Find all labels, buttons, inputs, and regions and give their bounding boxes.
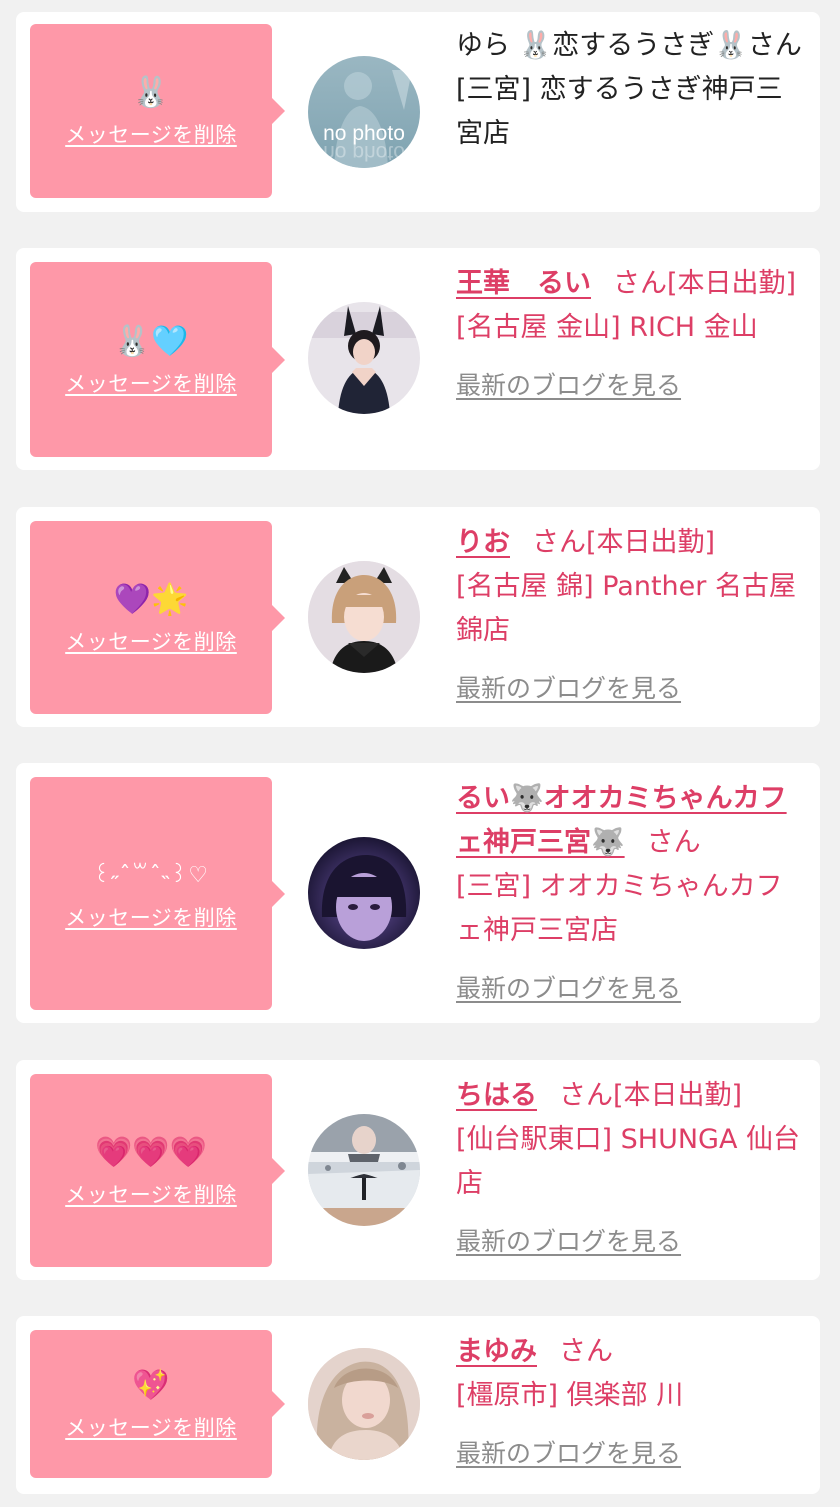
- cast-info: ちはる さん[本日出勤] [仙台駅東口] SHUNGA 仙台店 最新のブログを見る: [456, 1074, 808, 1264]
- latest-blog-link[interactable]: 最新のブログを見る: [456, 667, 808, 711]
- delete-message-link[interactable]: メッセージを削除: [65, 1412, 237, 1442]
- avatar-cast[interactable]: [308, 1348, 420, 1460]
- honorific: さん: [532, 527, 586, 558]
- avatar-cast[interactable]: [308, 1114, 420, 1226]
- shop-name: [仙台駅東口] SHUNGA 仙台店: [456, 1124, 801, 1199]
- cast-photo: [308, 1114, 420, 1226]
- cast-info: りお さん[本日出勤] [名古屋 錦] Panther 名古屋錦店 最新のブログを…: [456, 521, 808, 711]
- message-bubble: 💗💗💗 メッセージを削除: [30, 1074, 285, 1267]
- message-bubble: ꒰˶ˆ꒳ˆ˵꒱♡ メッセージを削除: [30, 777, 285, 1010]
- cast-photo: [308, 837, 420, 949]
- shop-name: [名古屋 錦] Panther 名古屋錦店: [456, 571, 796, 646]
- message-card: 💜🌟 メッセージを削除 りお さん[本日出勤] [名古屋 錦] Panther 名…: [16, 507, 820, 727]
- message-bubble: 🐰🩵 メッセージを削除: [30, 262, 285, 457]
- attendance-status: [本日出勤]: [667, 268, 797, 299]
- shop-name: [橿原市] 倶楽部 川: [456, 1380, 684, 1411]
- message-text: 💜🌟: [113, 581, 189, 617]
- latest-blog-link[interactable]: 最新のブログを見る: [456, 1432, 808, 1476]
- avatar-cast[interactable]: [308, 561, 420, 673]
- latest-blog-link[interactable]: 最新のブログを見る: [456, 967, 808, 1011]
- delete-message-link[interactable]: メッセージを削除: [65, 1179, 237, 1209]
- message-card: ꒰˶ˆ꒳ˆ˵꒱♡ メッセージを削除 るい🐺オオカミちゃんカフェ神戸三宮🐺 さん …: [16, 763, 820, 1023]
- cast-info: まゆみ さん [橿原市] 倶楽部 川 最新のブログを見る: [456, 1330, 808, 1476]
- message-text: 💗💗💗: [94, 1134, 208, 1170]
- cast-photo: [308, 561, 420, 673]
- shop-name: [三宮] 恋するうさぎ神戸三宮店: [456, 74, 783, 149]
- avatar-cast[interactable]: [308, 302, 420, 414]
- honorific: さん: [559, 1080, 613, 1111]
- delete-message-link[interactable]: メッセージを削除: [65, 119, 237, 149]
- attendance-status: [本日出勤]: [613, 1080, 743, 1111]
- message-card: 💗💗💗 メッセージを削除 ちはる さん[本日出勤] [仙台駅東口] SHUNGA …: [16, 1060, 820, 1280]
- shop-name: [三宮] オオカミちゃんカフェ神戸三宮店: [456, 871, 783, 946]
- cast-name-link[interactable]: 王華 るい: [456, 268, 591, 299]
- honorific: さん: [559, 1336, 613, 1367]
- cast-photo: [308, 1348, 420, 1460]
- message-card: 💖 メッセージを削除 まゆみ さん [橿原市] 倶楽部 川 最新のブログを見る: [16, 1316, 820, 1494]
- delete-message-link[interactable]: メッセージを削除: [65, 626, 237, 656]
- honorific: さん: [613, 268, 667, 299]
- cast-name-link[interactable]: ちはる: [456, 1080, 537, 1111]
- message-list: 🐰 メッセージを削除 no photo no photo ゆら 🐰恋するうさぎ🐰…: [0, 0, 840, 1507]
- message-card: 🐰🩵 メッセージを削除 王華 るい さん[本日出勤] [名古屋 金山] RICH …: [16, 248, 820, 470]
- cast-name-link[interactable]: るい🐺オオカミちゃんカフェ神戸三宮🐺: [456, 783, 787, 858]
- message-bubble: 💜🌟 メッセージを削除: [30, 521, 285, 714]
- avatar-cast[interactable]: [308, 837, 420, 949]
- cast-name-link[interactable]: まゆみ: [456, 1336, 537, 1367]
- no-photo-image: no photo no photo: [308, 56, 420, 168]
- message-bubble: 🐰 メッセージを削除: [30, 24, 285, 198]
- delete-message-link[interactable]: メッセージを削除: [65, 902, 237, 932]
- cast-name-link[interactable]: りお: [456, 527, 510, 558]
- shop-name: [名古屋 金山] RICH 金山: [456, 312, 758, 343]
- message-text: 🐰🩵: [113, 323, 189, 359]
- delete-message-link[interactable]: メッセージを削除: [65, 368, 237, 398]
- attendance-status: [本日出勤]: [586, 527, 716, 558]
- honorific: さん: [646, 827, 701, 858]
- message-card: 🐰 メッセージを削除 no photo no photo ゆら 🐰恋するうさぎ🐰…: [16, 12, 820, 212]
- message-bubble: 💖 メッセージを削除: [30, 1330, 285, 1478]
- svg-text:no photo: no photo: [323, 141, 405, 164]
- cast-info: るい🐺オオカミちゃんカフェ神戸三宮🐺 さん [三宮] オオカミちゃんカフェ神戸三宮…: [456, 777, 808, 1011]
- avatar-no-photo[interactable]: no photo no photo: [308, 56, 420, 168]
- message-text: ꒰˶ˆ꒳ˆ˵꒱♡: [93, 862, 209, 888]
- cast-photo: [308, 302, 420, 414]
- message-text: 🐰: [132, 75, 170, 110]
- latest-blog-link[interactable]: 最新のブログを見る: [456, 364, 808, 408]
- latest-blog-link[interactable]: 最新のブログを見る: [456, 1220, 808, 1264]
- cast-info: ゆら 🐰恋するうさぎ🐰さん [三宮] 恋するうさぎ神戸三宮店: [456, 24, 808, 156]
- cast-name: ゆら 🐰恋するうさぎ🐰さん: [456, 30, 802, 61]
- cast-info: 王華 るい さん[本日出勤] [名古屋 金山] RICH 金山 最新のブログを見る: [456, 262, 808, 408]
- message-text: 💖: [132, 1368, 170, 1403]
